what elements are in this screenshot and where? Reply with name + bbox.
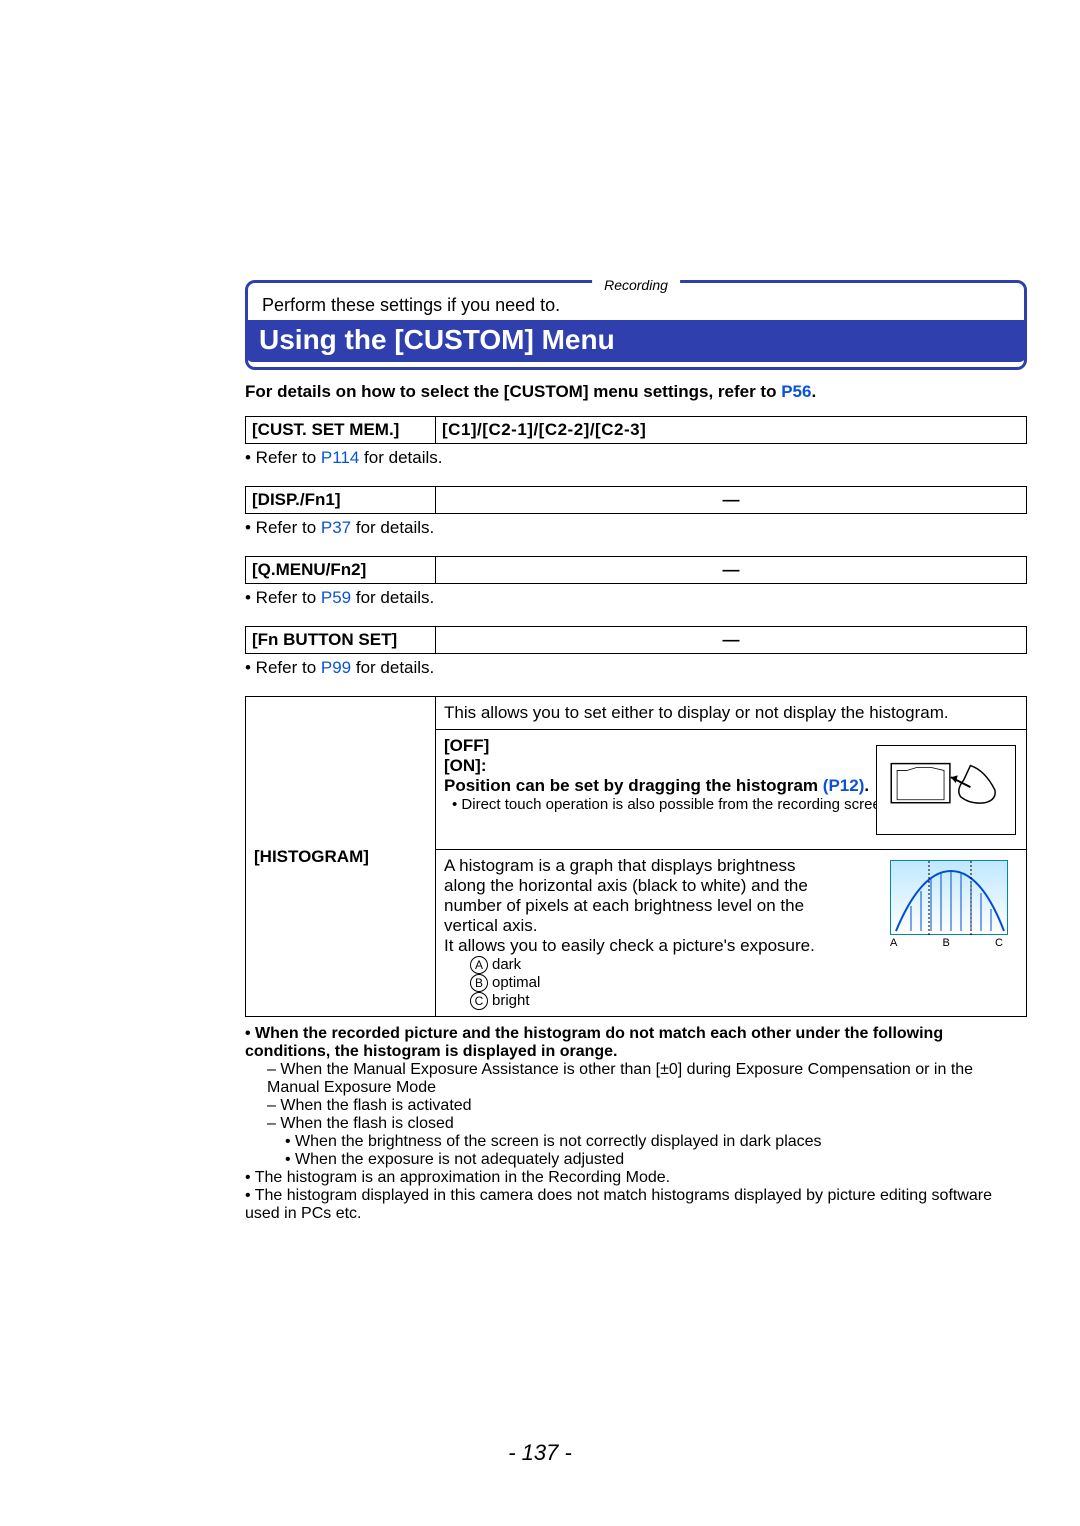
note-1-2: – When the flash is activated (245, 1097, 1027, 1115)
refer-link-p59[interactable]: P59 (321, 588, 351, 607)
dispfn1-value: — (436, 487, 1027, 514)
custsetmem-value: [C1]/[C2-1]/[C2-2]/[C2-3] (436, 417, 1027, 444)
pos-pre: Position can be set by dragging the hist… (444, 776, 823, 795)
note-1-3: – When the flash is closed (245, 1115, 1027, 1133)
note-1-1: – When the Manual Exposure Assistance is… (245, 1061, 1027, 1097)
graph-label-c: C (995, 937, 1010, 952)
histogram-row3: A histogram is a graph that displays bri… (436, 850, 1027, 1017)
histogram-row2: [OFF] [ON]: Position can be set by dragg… (436, 730, 1027, 850)
fnbutton-value: — (436, 627, 1027, 654)
custsetmem-refer: • Refer to P114 for details. (245, 448, 1027, 468)
hist-desc-a: A histogram is a graph that displays bri… (444, 856, 808, 935)
setting-dispfn1: [DISP./Fn1] — (245, 486, 1027, 514)
list-item-a: Adark (470, 956, 834, 974)
custsetmem-label: [CUST. SET MEM.] (246, 417, 436, 444)
section-title: Using the [CUSTOM] Menu (245, 320, 1027, 362)
refer-link-p37[interactable]: P37 (321, 518, 351, 537)
pos-link[interactable]: (P12) (823, 776, 865, 795)
refer-post: for details. (351, 658, 434, 677)
refer-link-p114[interactable]: P114 (321, 448, 359, 467)
graph-label-a: A (890, 937, 905, 952)
note-2: • The histogram is an approximation in t… (245, 1169, 1027, 1187)
list-a-text: dark (492, 956, 521, 973)
qmenu-refer: • Refer to P59 for details. (245, 588, 1027, 608)
circle-a-icon: A (470, 956, 488, 974)
touch-drag-icon (876, 745, 1016, 835)
refer-pre: • Refer to (245, 588, 321, 607)
details-suffix: . (811, 382, 816, 401)
page-number: - 137 - (0, 1440, 1080, 1466)
histogram-row1: This allows you to set either to display… (436, 697, 1027, 730)
note-1: • When the recorded picture and the hist… (245, 1025, 1027, 1061)
refer-pre: • Refer to (245, 448, 321, 467)
histogram-table: [HISTOGRAM] This allows you to set eithe… (245, 696, 1027, 1017)
graph-label-b: B (943, 937, 958, 952)
details-line: For details on how to select the [CUSTOM… (245, 382, 1027, 402)
note-1-3b: • When the exposure is not adequately ad… (245, 1151, 1027, 1169)
refer-link-p99[interactable]: P99 (321, 658, 351, 677)
setting-fnbutton: [Fn BUTTON SET] — (245, 626, 1027, 654)
histogram-graph-icon: A B C (890, 860, 1010, 952)
note-3: • The histogram displayed in this camera… (245, 1187, 1027, 1223)
fnbutton-refer: • Refer to P99 for details. (245, 658, 1027, 678)
custsetmem-value-text: [C1]/[C2-1]/[C2-2]/[C2-3] (442, 420, 646, 439)
list-b-text: optimal (492, 974, 540, 991)
refer-post: for details. (351, 588, 434, 607)
details-link[interactable]: P56 (781, 382, 811, 401)
qmenu-label: [Q.MENU/Fn2] (246, 557, 436, 584)
hist-desc-b: It allows you to easily check a picture'… (444, 936, 815, 955)
refer-pre: • Refer to (245, 518, 321, 537)
qmenu-value: — (436, 557, 1027, 584)
section-header: Recording Perform these settings if you … (245, 280, 1027, 370)
dispfn1-refer: • Refer to P37 for details. (245, 518, 1027, 538)
list-c-text: bright (492, 992, 530, 1009)
list-item-c: Cbright (470, 992, 834, 1010)
note-1-3a: • When the brightness of the screen is n… (245, 1133, 1027, 1151)
circle-b-icon: B (470, 974, 488, 992)
list-item-b: Boptimal (470, 974, 834, 992)
section-tab: Recording (592, 277, 680, 293)
fnbutton-label: [Fn BUTTON SET] (246, 627, 436, 654)
refer-post: for details. (359, 448, 442, 467)
circle-c-icon: C (470, 992, 488, 1010)
refer-pre: • Refer to (245, 658, 321, 677)
setting-qmenu: [Q.MENU/Fn2] — (245, 556, 1027, 584)
histogram-label: [HISTOGRAM] (246, 697, 436, 1017)
notes-block: • When the recorded picture and the hist… (245, 1025, 1027, 1223)
pos-post: . (864, 776, 869, 795)
refer-post: for details. (351, 518, 434, 537)
details-prefix: For details on how to select the [CUSTOM… (245, 382, 781, 401)
dispfn1-label: [DISP./Fn1] (246, 487, 436, 514)
setting-custsetmem: [CUST. SET MEM.] [C1]/[C2-1]/[C2-2]/[C2-… (245, 416, 1027, 444)
